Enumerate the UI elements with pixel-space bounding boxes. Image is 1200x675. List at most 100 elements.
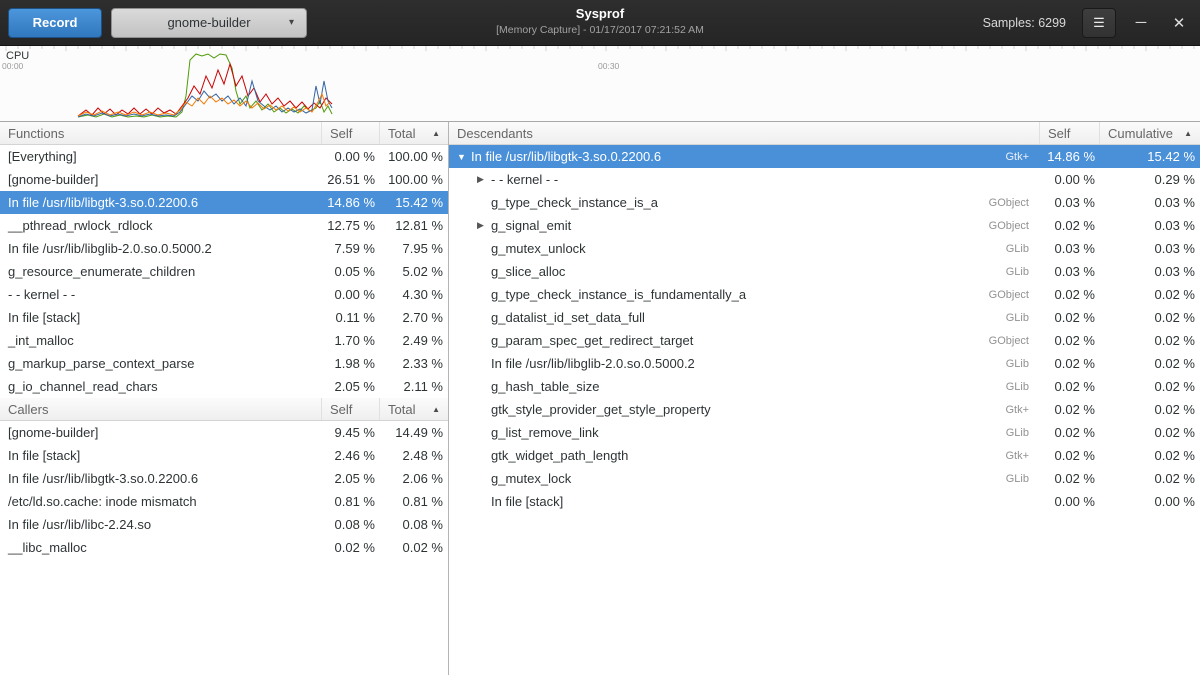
- functions-row[interactable]: _int_malloc1.70 %2.49 %: [0, 329, 448, 352]
- callers-table: [gnome-builder]9.45 %14.49 %In file [sta…: [0, 421, 448, 559]
- functions-row[interactable]: In file /usr/lib/libglib-2.0.so.0.5000.2…: [0, 237, 448, 260]
- functions-column-header[interactable]: Functions: [0, 122, 322, 144]
- menu-button[interactable]: ☰: [1082, 8, 1116, 38]
- descendants-name-cell: g_type_check_instance_is_aGObject: [449, 195, 1040, 210]
- expander-closed-icon[interactable]: ▶: [477, 174, 491, 185]
- descendants-row[interactable]: g_datalist_id_set_data_fullGLib0.02 %0.0…: [449, 306, 1200, 329]
- function-name: - - kernel - -: [491, 172, 558, 187]
- functions-row[interactable]: g_resource_enumerate_children0.05 %5.02 …: [0, 260, 448, 283]
- descendants-row[interactable]: g_mutex_unlockGLib0.03 %0.03 %: [449, 237, 1200, 260]
- callers-row[interactable]: [gnome-builder]9.45 %14.49 %: [0, 421, 448, 444]
- function-name: In file /usr/lib/libgtk-3.so.0.2200.6: [0, 471, 322, 486]
- callers-row[interactable]: In file /usr/lib/libc-2.24.so0.08 %0.08 …: [0, 513, 448, 536]
- self-percent: 0.02 %: [1040, 471, 1100, 486]
- functions-total-column-header[interactable]: Total ▲: [380, 122, 448, 144]
- callers-row[interactable]: In file /usr/lib/libgtk-3.so.0.2200.6 2.0…: [0, 467, 448, 490]
- self-percent: 0.02 %: [1040, 448, 1100, 463]
- function-name: g_type_check_instance_is_a: [491, 195, 658, 210]
- functions-row[interactable]: In file [stack]0.11 %2.70 %: [0, 306, 448, 329]
- functions-self-column-header[interactable]: Self: [322, 122, 380, 144]
- library-badge: GLib: [1006, 266, 1032, 278]
- descendants-row[interactable]: ▶g_signal_emitGObject0.02 %0.03 %: [449, 214, 1200, 237]
- self-percent: 0.02 %: [1040, 402, 1100, 417]
- functions-table-header: Functions Self Total ▲: [0, 122, 448, 145]
- descendants-row[interactable]: g_mutex_lockGLib0.02 %0.02 %: [449, 467, 1200, 490]
- function-name: __libc_malloc: [0, 540, 322, 555]
- callers-row[interactable]: /etc/ld.so.cache: inode mismatch0.81 %0.…: [0, 490, 448, 513]
- descendants-row[interactable]: g_list_remove_linkGLib0.02 %0.02 %: [449, 421, 1200, 444]
- expander-closed-icon[interactable]: ▶: [477, 220, 491, 231]
- record-button[interactable]: Record: [8, 8, 102, 38]
- descendants-name-cell: g_mutex_lockGLib: [449, 471, 1040, 486]
- descendants-table-header: Descendants Self Cumulative ▲: [449, 122, 1200, 145]
- total-percent: 2.06 %: [380, 471, 448, 486]
- library-badge: GObject: [989, 289, 1032, 301]
- callers-column-header[interactable]: Callers: [0, 398, 322, 420]
- function-name: In file /usr/lib/libglib-2.0.so.0.5000.2: [491, 356, 695, 371]
- function-name: In file [stack]: [491, 494, 563, 509]
- descendants-row[interactable]: gtk_style_provider_get_style_propertyGtk…: [449, 398, 1200, 421]
- callers-self-column-header[interactable]: Self: [322, 398, 380, 420]
- descendants-row[interactable]: In file [stack]0.00 %0.00 %: [449, 490, 1200, 513]
- minimize-button[interactable]: ─: [1128, 8, 1154, 38]
- callers-row[interactable]: __libc_malloc0.02 %0.02 %: [0, 536, 448, 559]
- self-percent: 0.05 %: [322, 264, 380, 279]
- self-percent: 1.70 %: [322, 333, 380, 348]
- library-badge: Gtk+: [1005, 450, 1032, 462]
- descendants-name-cell: ▶- - kernel - -: [449, 172, 1040, 187]
- expander-open-icon[interactable]: ▼: [457, 152, 471, 162]
- self-percent: 0.00 %: [1040, 172, 1100, 187]
- descendants-row[interactable]: In file /usr/lib/libglib-2.0.so.0.5000.2…: [449, 352, 1200, 375]
- process-selector-dropdown[interactable]: gnome-builder ▾: [111, 8, 307, 38]
- total-percent: 0.08 %: [380, 517, 448, 532]
- self-percent: 0.02 %: [1040, 333, 1100, 348]
- function-name: /etc/ld.so.cache: inode mismatch: [0, 494, 322, 509]
- descendants-cumulative-column-header[interactable]: Cumulative ▲: [1100, 122, 1200, 144]
- descendants-row[interactable]: g_slice_allocGLib0.03 %0.03 %: [449, 260, 1200, 283]
- descendants-row[interactable]: g_hash_table_sizeGLib0.02 %0.02 %: [449, 375, 1200, 398]
- functions-row[interactable]: [gnome-builder]26.51 %100.00 %: [0, 168, 448, 191]
- library-badge: Gtk+: [1005, 151, 1032, 163]
- self-percent: 0.02 %: [322, 540, 380, 555]
- callers-total-column-header[interactable]: Total ▲: [380, 398, 448, 420]
- cpu-graph-area[interactable]: CPU 00:00 00:30: [0, 46, 1200, 122]
- descendants-self-column-header[interactable]: Self: [1040, 122, 1100, 144]
- descendants-name-cell: g_hash_table_sizeGLib: [449, 379, 1040, 394]
- total-percent: 4.30 %: [380, 287, 448, 302]
- functions-row[interactable]: g_io_channel_read_chars2.05 %2.11 %: [0, 375, 448, 398]
- total-percent: 100.00 %: [380, 149, 448, 164]
- descendants-row[interactable]: g_type_check_instance_is_aGObject0.03 %0…: [449, 191, 1200, 214]
- function-name: In file [stack]: [0, 448, 322, 463]
- descendants-row[interactable]: g_param_spec_get_redirect_targetGObject0…: [449, 329, 1200, 352]
- descendants-column-header[interactable]: Descendants: [449, 122, 1040, 144]
- library-badge: GLib: [1006, 358, 1032, 370]
- function-name: In file /usr/lib/libglib-2.0.so.0.5000.2: [0, 241, 322, 256]
- samples-count: Samples: 6299: [983, 16, 1066, 30]
- total-percent: 0.02 %: [380, 540, 448, 555]
- descendants-row[interactable]: ▶- - kernel - -0.00 %0.29 %: [449, 168, 1200, 191]
- total-percent: 14.49 %: [380, 425, 448, 440]
- function-name: In file /usr/lib/libgtk-3.so.0.2200.6: [471, 149, 661, 164]
- library-badge: GLib: [1006, 243, 1032, 255]
- descendants-row[interactable]: gtk_widget_path_lengthGtk+0.02 %0.02 %: [449, 444, 1200, 467]
- sort-arrow-icon: ▲: [432, 129, 440, 138]
- functions-row[interactable]: [Everything]0.00 %100.00 %: [0, 145, 448, 168]
- headerbar: Record gnome-builder ▾ Sysprof [Memory C…: [0, 0, 1200, 46]
- descendants-row[interactable]: ▼In file /usr/lib/libgtk-3.so.0.2200.6 Gt…: [449, 145, 1200, 168]
- cumulative-percent: 0.02 %: [1100, 333, 1200, 348]
- cpu-core-red: [78, 64, 332, 116]
- functions-row[interactable]: - - kernel - -0.00 %4.30 %: [0, 283, 448, 306]
- descendants-row[interactable]: g_type_check_instance_is_fundamentally_a…: [449, 283, 1200, 306]
- cumulative-percent: 0.03 %: [1100, 264, 1200, 279]
- functions-row[interactable]: g_markup_parse_context_parse1.98 %2.33 %: [0, 352, 448, 375]
- callers-row[interactable]: In file [stack]2.46 %2.48 %: [0, 444, 448, 467]
- close-button[interactable]: ✕: [1166, 8, 1192, 38]
- descendants-name-cell: g_list_remove_linkGLib: [449, 425, 1040, 440]
- function-name: g_param_spec_get_redirect_target: [491, 333, 693, 348]
- functions-row[interactable]: __pthread_rwlock_rdlock12.75 %12.81 %: [0, 214, 448, 237]
- functions-row[interactable]: In file /usr/lib/libgtk-3.so.0.2200.614.…: [0, 191, 448, 214]
- descendants-name-cell: g_param_spec_get_redirect_targetGObject: [449, 333, 1040, 348]
- function-name: g_mutex_lock: [491, 471, 571, 486]
- total-percent: 2.70 %: [380, 310, 448, 325]
- total-percent: 100.00 %: [380, 172, 448, 187]
